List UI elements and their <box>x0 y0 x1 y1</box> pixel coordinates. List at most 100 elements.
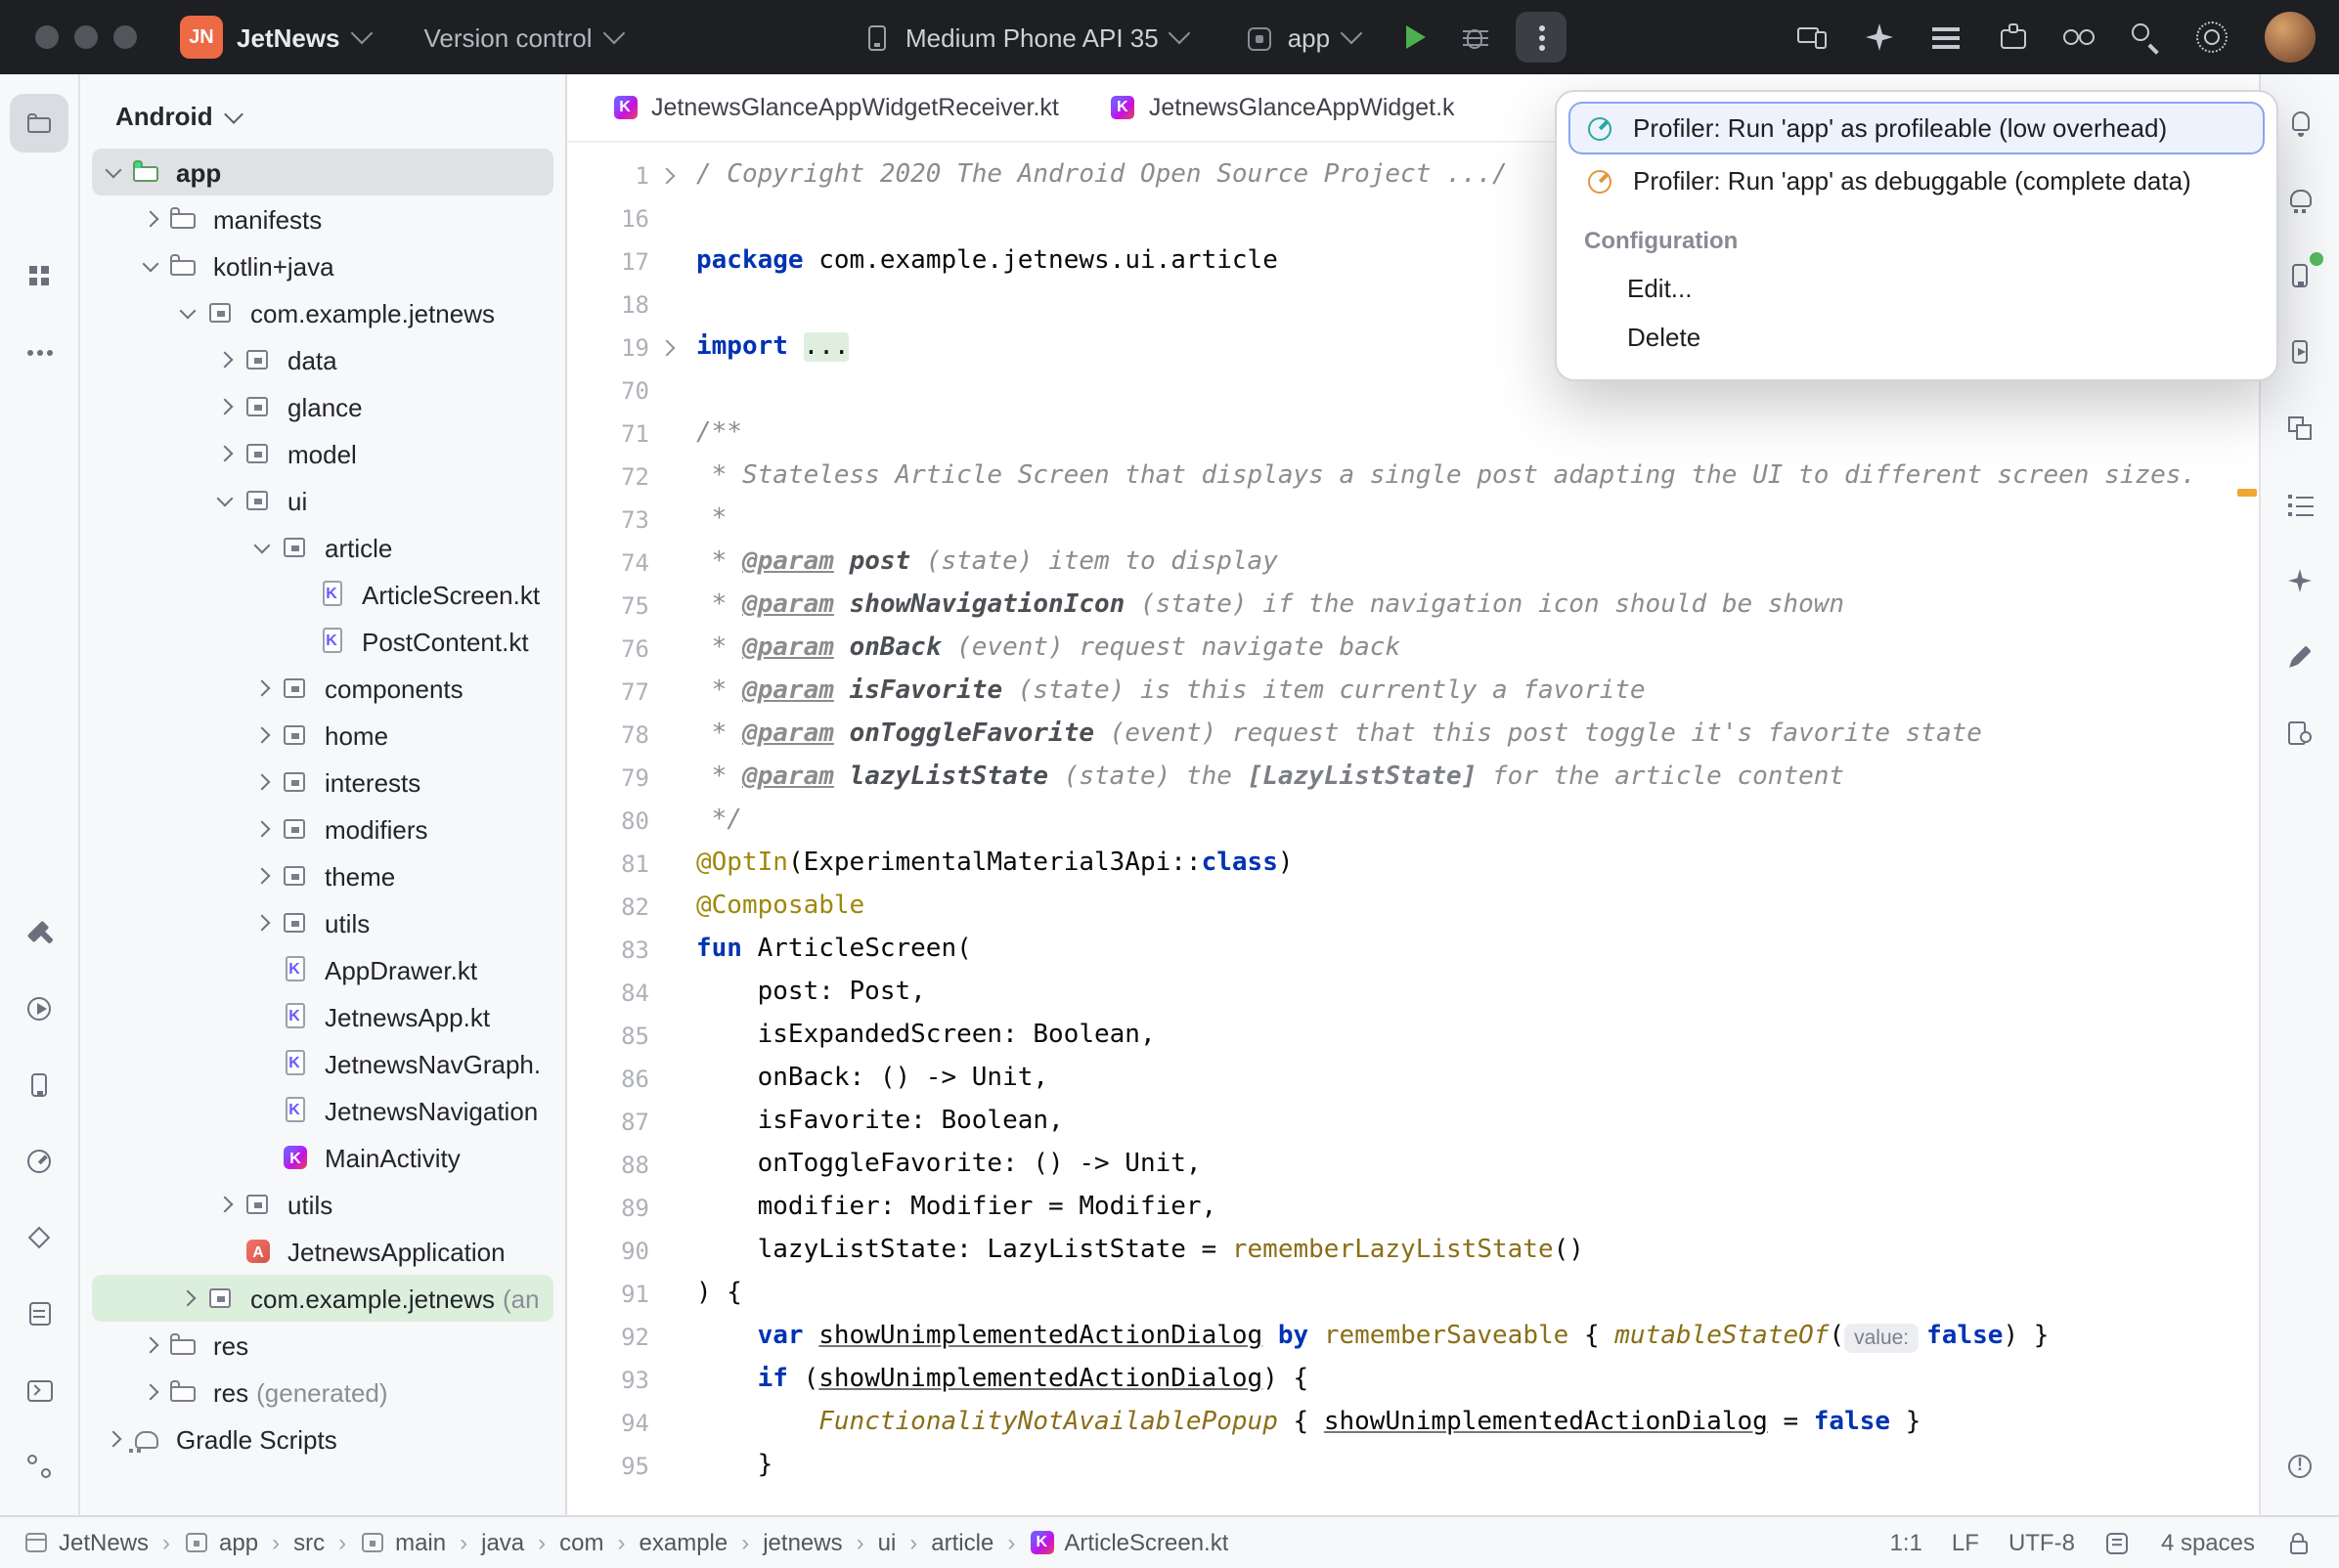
editor-tab-jetnewsglanceappwidget-k[interactable]: JetnewsGlanceAppWidget.k <box>1084 74 1480 141</box>
tree-item-data[interactable]: data <box>92 336 553 383</box>
tree-item-home[interactable]: home <box>92 712 553 759</box>
link-button[interactable] <box>2053 12 2104 63</box>
structure-button[interactable] <box>10 246 68 305</box>
profiler-button[interactable] <box>10 1132 68 1191</box>
tree-item-com-example-jetnews[interactable]: com.example.jetnews(an <box>92 1275 553 1322</box>
device-mirroring-button[interactable] <box>1787 12 1838 63</box>
tree-item-com-example-jetnews[interactable]: com.example.jetnews <box>92 289 553 336</box>
running-devices-button[interactable] <box>2271 323 2329 381</box>
app-inspection-button[interactable] <box>10 1208 68 1267</box>
run-configuration-selector[interactable]: app <box>1243 22 1359 53</box>
line-separator-widget[interactable]: LF <box>1952 1529 1979 1556</box>
tree-item-jetnewsnavgraph[interactable]: JetnewsNavGraph. <box>92 1040 553 1087</box>
project-button[interactable] <box>10 94 68 152</box>
gradle-button[interactable] <box>2271 170 2329 229</box>
breadcrumb-java[interactable]: java <box>481 1529 524 1556</box>
tree-item-modifiers[interactable]: modifiers <box>92 806 553 852</box>
chevron-right-icon[interactable] <box>100 1419 129 1459</box>
fold-marker-icon[interactable] <box>649 154 684 197</box>
layers-button[interactable] <box>2271 399 2329 457</box>
fold-marker-icon[interactable] <box>649 327 684 370</box>
tree-item-jetnewsapplication[interactable]: JetnewsApplication <box>92 1228 553 1275</box>
chevron-right-icon[interactable] <box>137 1326 166 1365</box>
tree-item-articlescreen-kt[interactable]: ArticleScreen.kt <box>92 571 553 618</box>
comm-button[interactable] <box>10 170 68 229</box>
tree-item-glance[interactable]: glance <box>92 383 553 430</box>
run-button[interactable] <box>1406 25 1426 49</box>
chevron-right-icon[interactable] <box>248 669 278 708</box>
tree-item-utils[interactable]: utils <box>92 1181 553 1228</box>
chevron-down-icon[interactable] <box>211 481 241 520</box>
plugins-button[interactable] <box>1987 12 2038 63</box>
delete-configuration-option[interactable]: Delete <box>1568 313 2265 362</box>
settings-button[interactable] <box>2186 12 2237 63</box>
breadcrumb-ui[interactable]: ui <box>878 1529 897 1556</box>
search-button[interactable] <box>2120 12 2171 63</box>
breadcrumb-com[interactable]: com <box>559 1529 603 1556</box>
chevron-right-icon[interactable] <box>211 387 241 426</box>
tree-item-res[interactable]: res(generated) <box>92 1369 553 1416</box>
compose-preview-button[interactable] <box>2271 628 2329 686</box>
ai-assistant-button[interactable] <box>1854 12 1905 63</box>
tree-item-res[interactable]: res <box>92 1322 553 1369</box>
device-selector[interactable]: Medium Phone API 35 <box>861 22 1188 53</box>
breadcrumb-main[interactable]: main <box>360 1529 446 1556</box>
breadcrumb-article[interactable]: article <box>931 1529 993 1556</box>
indent-setting-widget[interactable]: 4 spaces <box>2161 1529 2255 1556</box>
terminal-button[interactable] <box>10 1361 68 1419</box>
tree-item-appdrawer-kt[interactable]: AppDrawer.kt <box>92 946 553 993</box>
breadcrumb-src[interactable]: src <box>293 1529 325 1556</box>
tree-item-article[interactable]: article <box>92 524 553 571</box>
version-control-menu[interactable]: Version control <box>424 22 622 52</box>
user-avatar[interactable] <box>2265 12 2316 63</box>
tree-item-components[interactable]: components <box>92 665 553 712</box>
notifications-button[interactable] <box>2271 94 2329 152</box>
profiler-debuggable-option[interactable]: Profiler: Run 'app' as debuggable (compl… <box>1568 154 2265 207</box>
build-button[interactable] <box>10 903 68 962</box>
tree-item-model[interactable]: model <box>92 430 553 477</box>
chevron-right-icon[interactable] <box>137 1372 166 1412</box>
edit-configuration-option[interactable]: Edit... <box>1568 264 2265 313</box>
chevron-right-icon[interactable] <box>248 809 278 849</box>
tree-item-ui[interactable]: ui <box>92 477 553 524</box>
tree-item-theme[interactable]: theme <box>92 852 553 899</box>
more-run-options-button[interactable] <box>1516 12 1567 63</box>
tree-item-postcontent-kt[interactable]: PostContent.kt <box>92 618 553 665</box>
tree-item-interests[interactable]: interests <box>92 759 553 806</box>
tree-item-kotlin-java[interactable]: kotlin+java <box>92 242 553 289</box>
task-list-button[interactable] <box>1920 12 1971 63</box>
caret-position[interactable]: 1:1 <box>1890 1529 1922 1556</box>
breadcrumb-jetnews[interactable]: JetNews <box>23 1529 149 1556</box>
device-explorer-button[interactable] <box>10 1056 68 1114</box>
chevron-down-icon[interactable] <box>248 528 278 567</box>
tree-item-jetnewsapp-kt[interactable]: JetnewsApp.kt <box>92 993 553 1040</box>
chevron-right-icon[interactable] <box>248 903 278 942</box>
chevron-right-icon[interactable] <box>211 340 241 379</box>
breadcrumb-example[interactable]: example <box>640 1529 728 1556</box>
chevron-right-icon[interactable] <box>211 434 241 473</box>
tree-item-mainactivity[interactable]: MainActivity <box>92 1134 553 1181</box>
more-horizontal-button[interactable] <box>10 323 68 381</box>
breadcrumb-jetnews[interactable]: jetnews <box>763 1529 842 1556</box>
profiler-profileable-option[interactable]: Profiler: Run 'app' as profileable (low … <box>1568 102 2265 154</box>
tree-item-app[interactable]: app <box>92 149 553 196</box>
gemini-button[interactable] <box>2271 551 2329 610</box>
breadcrumb-articlescreen-kt[interactable]: ArticleScreen.kt <box>1029 1529 1228 1556</box>
tree-item-jetnewsnavigation[interactable]: JetnewsNavigation <box>92 1087 553 1134</box>
editor-tab-jetnewsglanceappwidgetreceiver-kt[interactable]: JetnewsGlanceAppWidgetReceiver.kt <box>587 74 1084 141</box>
tree-item-manifests[interactable]: manifests <box>92 196 553 242</box>
logcat-button[interactable] <box>10 1285 68 1343</box>
chevron-right-icon[interactable] <box>137 199 166 239</box>
version-control-button[interactable] <box>10 1437 68 1496</box>
file-encoding-widget[interactable]: UTF-8 <box>2008 1529 2075 1556</box>
main-menu-button[interactable]: JN JetNews <box>180 16 370 59</box>
indent-icon[interactable] <box>2104 1529 2132 1556</box>
chevron-down-icon[interactable] <box>174 293 203 332</box>
chevron-right-icon[interactable] <box>248 856 278 895</box>
breadcrumb-app[interactable]: app <box>184 1529 258 1556</box>
services-button[interactable] <box>10 980 68 1038</box>
problems-button[interactable] <box>2271 1437 2329 1496</box>
maximize-window-button[interactable] <box>113 25 137 49</box>
chevron-right-icon[interactable] <box>211 1185 241 1224</box>
close-window-button[interactable] <box>35 25 59 49</box>
